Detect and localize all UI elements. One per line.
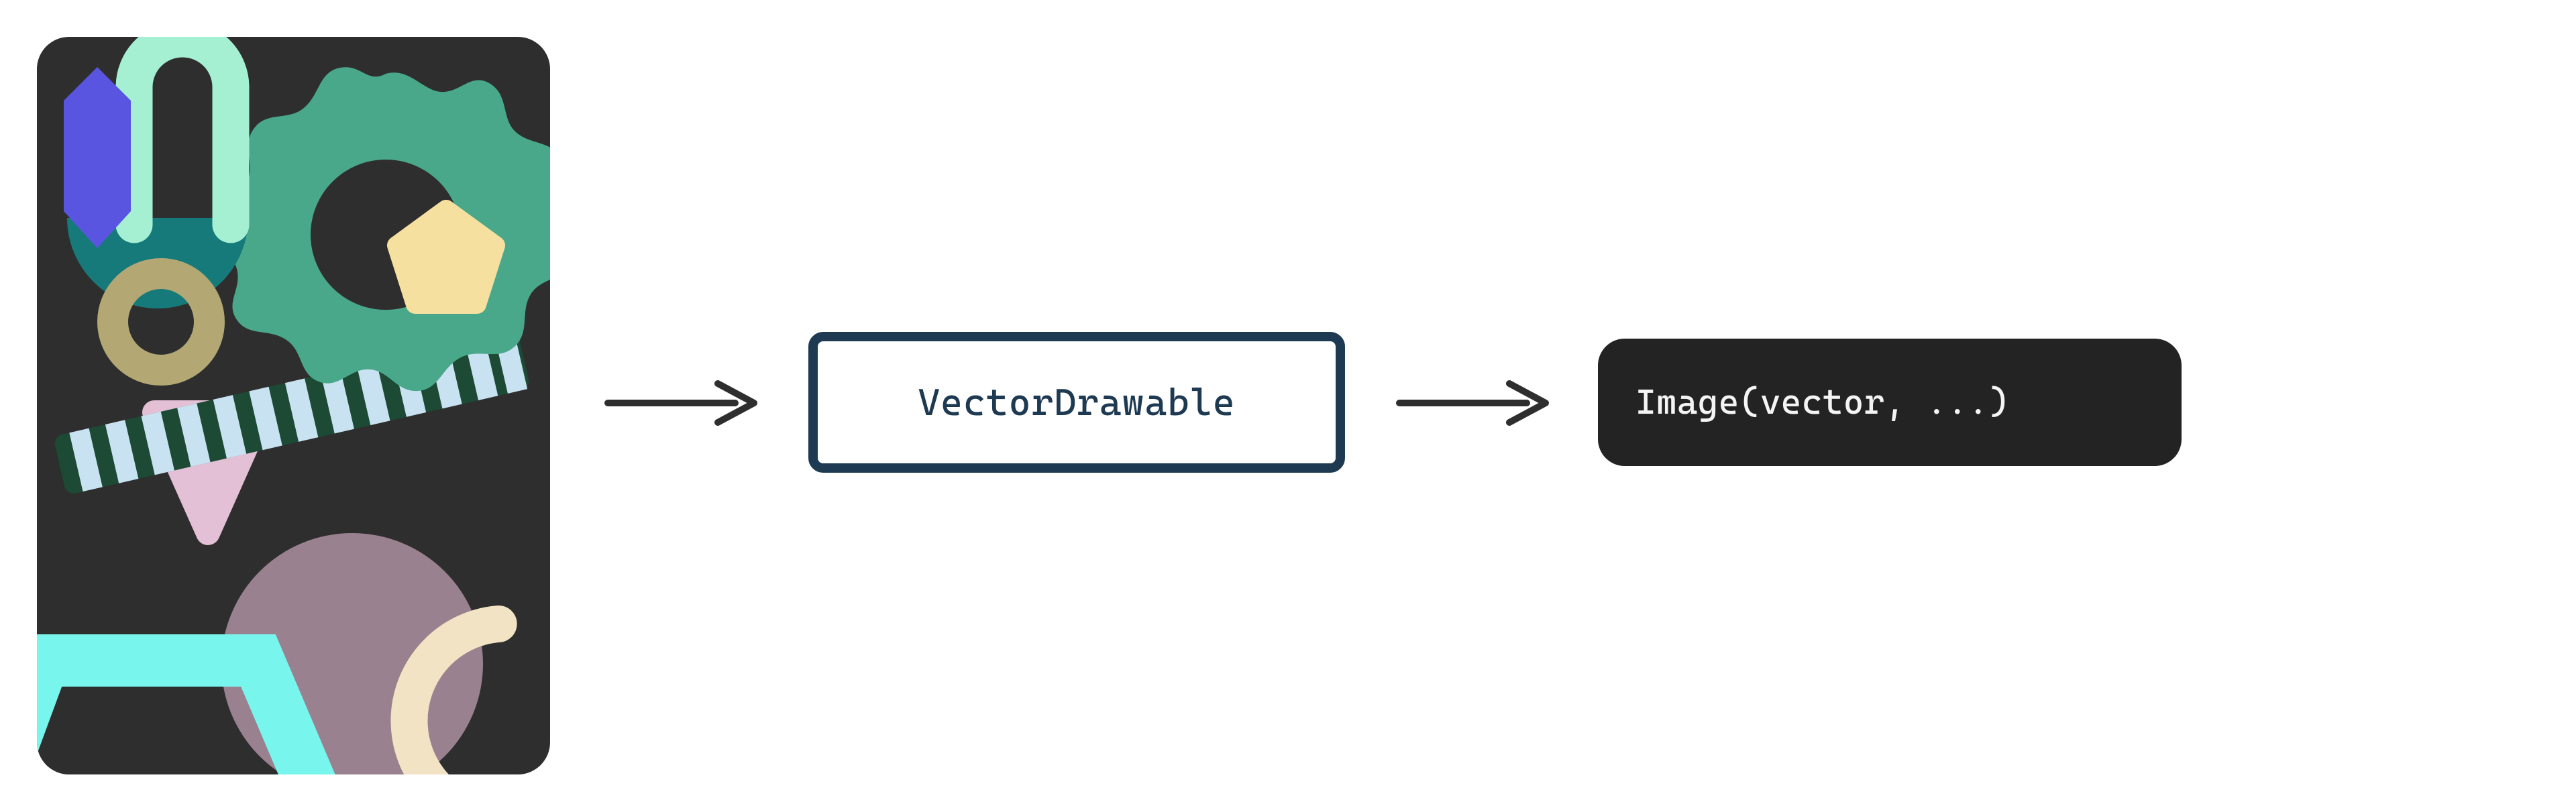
cyan-path-shape bbox=[37, 660, 315, 774]
image-code-box: Image(vector, ...) bbox=[1598, 339, 2182, 466]
arrow-right-icon bbox=[604, 375, 759, 430]
vector-drawable-label: VectorDrawable bbox=[918, 381, 1235, 424]
green-cog-shape bbox=[212, 67, 550, 391]
blue-hex-shape bbox=[64, 67, 131, 248]
khaki-ring-shape bbox=[113, 274, 209, 370]
image-code-label: Image(vector, ...) bbox=[1635, 382, 2009, 422]
yellow-pentagon-shape bbox=[396, 209, 496, 304]
vector-drawable-box: VectorDrawable bbox=[808, 332, 1345, 473]
mint-u-shape bbox=[134, 39, 231, 225]
arrow-right-icon bbox=[1395, 375, 1551, 430]
diagram-root: VectorDrawable Image(vector, ...) bbox=[0, 0, 2576, 810]
vector-art-card bbox=[37, 37, 550, 774]
